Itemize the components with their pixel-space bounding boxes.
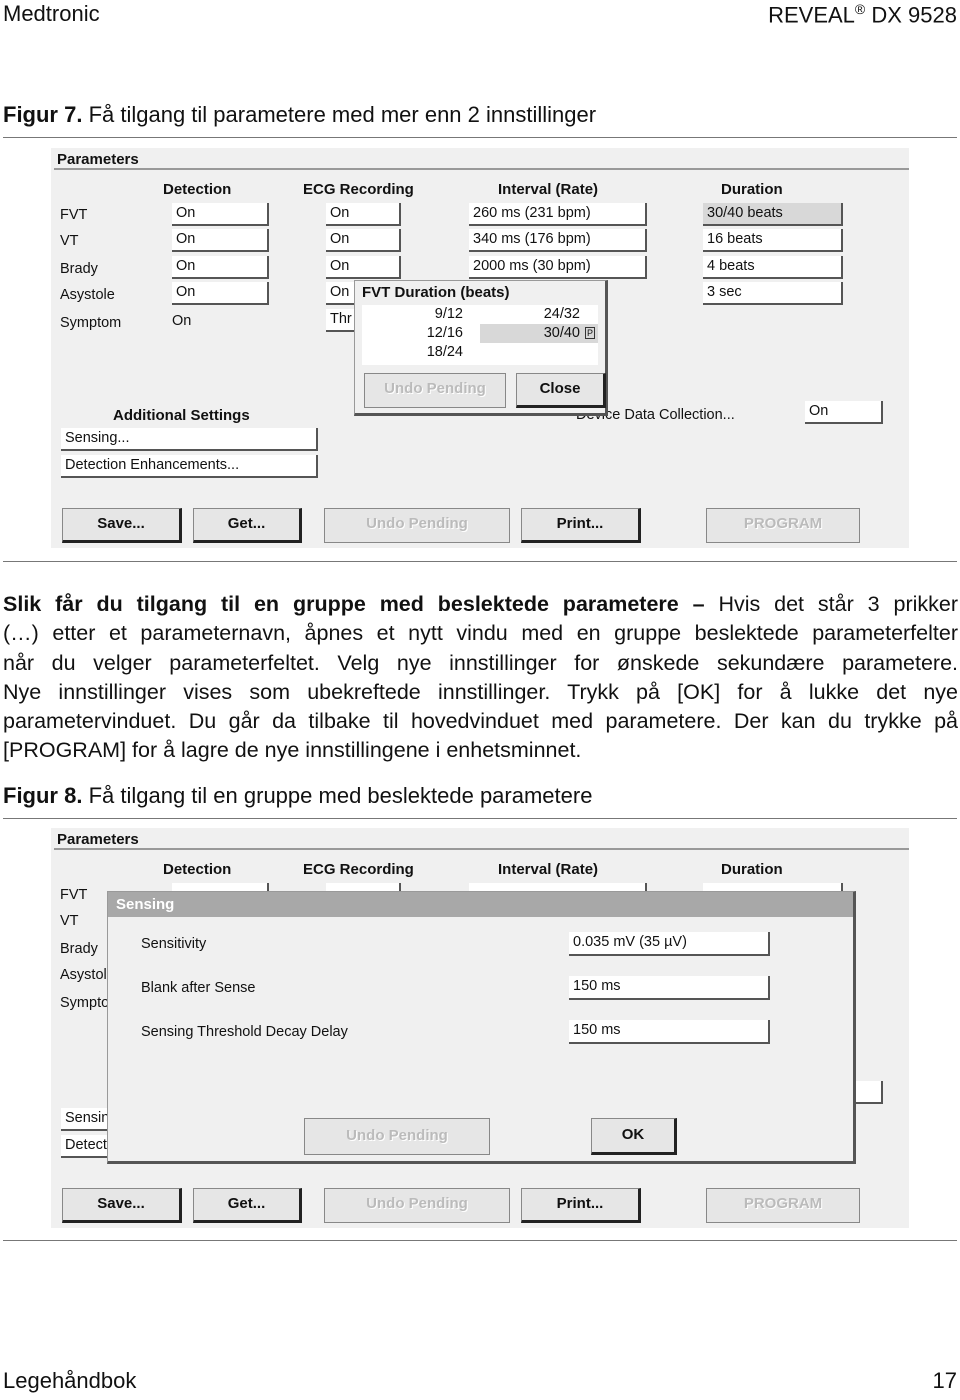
get-button[interactable]: Get... [193, 1188, 302, 1223]
col-detection: Detection [163, 181, 232, 198]
row-label-vt: VT [60, 913, 79, 929]
row-label-brady: Brady [60, 941, 98, 957]
divider [3, 137, 957, 138]
sensitivity-label: Sensitivity [141, 936, 207, 952]
panel-title: Parameters [57, 831, 139, 848]
footer-manual: Legehåndbok [3, 1368, 137, 1393]
figure8-caption: Figur 8. Få tilgang til en gruppe med be… [3, 783, 593, 808]
option-18-24[interactable]: 18/24 [427, 344, 463, 360]
option-24-32[interactable]: 24/32 [544, 306, 580, 322]
device-data-collection-field[interactable]: On [805, 401, 883, 424]
blank-after-sense-field[interactable]: 150 ms [569, 976, 770, 1000]
print-button[interactable]: Print... [521, 508, 641, 543]
col-interval: Interval (Rate) [498, 861, 599, 878]
sensing-dialog: Sensing Sensitivity Blank after Sense Se… [107, 891, 856, 1164]
option-9-12[interactable]: 9/12 [435, 306, 463, 322]
col-duration: Duration [721, 181, 783, 198]
fvt-interval-field[interactable]: 260 ms (231 bpm) [469, 203, 647, 226]
fvt-ecg-field[interactable]: On [326, 203, 401, 226]
body-paragraph: Slik får du tilgang til en gruppe med be… [3, 592, 958, 763]
sensing-button[interactable]: Sensing... [61, 428, 318, 451]
additional-settings-heading: Additional Settings [113, 407, 250, 424]
col-interval: Interval (Rate) [498, 181, 599, 198]
brady-ecg-field[interactable]: On [326, 256, 401, 279]
blank-after-sense-label: Blank after Sense [141, 980, 256, 996]
figure7-caption: Figur 7. Få tilgang til parametere med m… [3, 102, 597, 127]
program-button[interactable]: PROGRAM [706, 508, 860, 543]
duration-options-list: 9/12 12/16 18/24 24/32 30/40 P [362, 305, 598, 365]
option-12-16[interactable]: 12/16 [427, 325, 463, 341]
row-label-asystole: Asystole [60, 287, 115, 303]
asystole-duration-field[interactable]: 3 sec [703, 282, 843, 305]
body-lead: Slik får du tilgang til en gruppe med be… [3, 592, 705, 616]
dialog-title-bar: Sensing [108, 892, 853, 917]
parameters-screen-fig8: Parameters Detection ECG Recording Inter… [51, 828, 909, 1228]
undo-pending-button[interactable]: Undo Pending [324, 1188, 510, 1223]
page-number: 17 [932, 1368, 957, 1393]
dialog-ok-button[interactable]: OK [591, 1118, 677, 1155]
decay-delay-label: Sensing Threshold Decay Delay [141, 1024, 348, 1040]
option-30-40-selected[interactable]: 30/40 P [480, 324, 598, 343]
program-button[interactable]: PROGRAM [706, 1188, 860, 1223]
brady-interval-field[interactable]: 2000 ms (30 bpm) [469, 256, 647, 279]
fvt-duration-field[interactable]: 30/40 beats [703, 203, 843, 226]
model-number: DX 9528 [871, 2, 957, 28]
vt-ecg-field[interactable]: On [326, 229, 401, 252]
col-ecg: ECG Recording [303, 861, 414, 878]
registered-mark: ® [854, 1, 866, 17]
divider [3, 818, 957, 819]
fvt-duration-popup: FVT Duration (beats) 9/12 12/16 18/24 24… [354, 280, 608, 416]
save-button[interactable]: Save... [62, 508, 182, 543]
popup-title: FVT Duration (beats) [362, 284, 510, 301]
undo-pending-button[interactable]: Undo Pending [324, 508, 510, 543]
divider [3, 1240, 957, 1241]
print-button[interactable]: Print... [521, 1188, 641, 1223]
col-duration: Duration [721, 861, 783, 878]
save-button[interactable]: Save... [62, 1188, 182, 1223]
get-button[interactable]: Get... [193, 508, 302, 543]
dialog-undo-pending-button[interactable]: Undo Pending [304, 1118, 490, 1155]
asystole-detection-field[interactable]: On [172, 282, 269, 305]
header-brand: Medtronic [3, 1, 100, 26]
row-label-fvt: FVT [60, 207, 88, 223]
vt-duration-field[interactable]: 16 beats [703, 229, 843, 252]
programmed-marker-icon: P [584, 327, 595, 339]
panel-title: Parameters [57, 151, 139, 168]
brady-duration-field[interactable]: 4 beats [703, 256, 843, 279]
row-label-symptom: Symptom [60, 315, 122, 331]
product-name: REVEAL [768, 2, 855, 28]
row-label-vt: VT [60, 233, 79, 249]
row-label-brady: Brady [60, 261, 98, 277]
header-product: REVEAL® DX 9528 [768, 1, 957, 28]
divider [3, 561, 957, 562]
col-detection: Detection [163, 861, 232, 878]
sensitivity-field[interactable]: 0.035 mV (35 µV) [569, 932, 770, 956]
col-ecg: ECG Recording [303, 181, 414, 198]
parameters-screen-fig7: Parameters Detection ECG Recording Inter… [51, 148, 909, 548]
brady-detection-field[interactable]: On [172, 256, 269, 279]
vt-interval-field[interactable]: 340 ms (176 bpm) [469, 229, 647, 252]
popup-undo-pending-button[interactable]: Undo Pending [364, 373, 506, 408]
popup-close-button[interactable]: Close [516, 373, 606, 408]
row-label-fvt: FVT [60, 887, 88, 903]
detection-enhancements-button[interactable]: Detection Enhancements... [61, 455, 318, 478]
decay-delay-field[interactable]: 150 ms [569, 1020, 770, 1044]
fvt-detection-field[interactable]: On [172, 203, 269, 226]
symptom-detection-value: On [172, 313, 192, 329]
vt-detection-field[interactable]: On [172, 229, 269, 252]
